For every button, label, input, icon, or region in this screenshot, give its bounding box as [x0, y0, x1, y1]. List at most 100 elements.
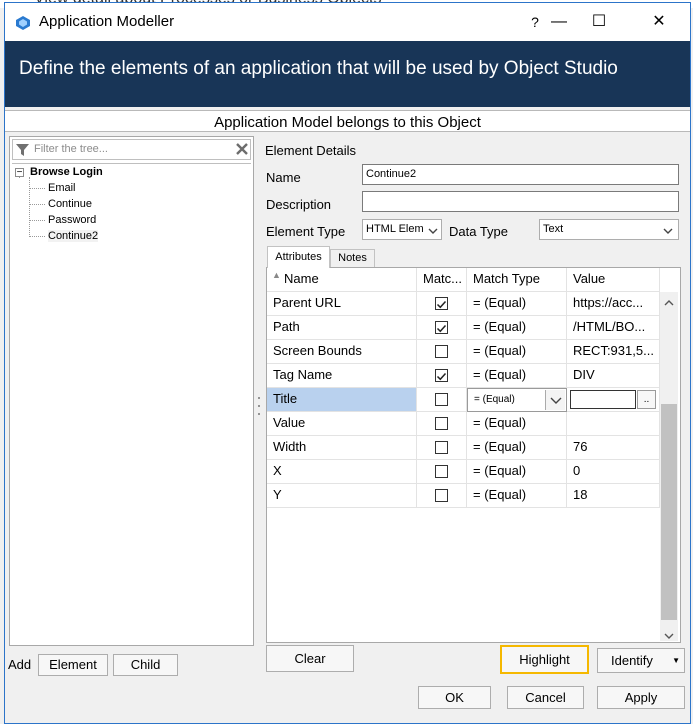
match-checkbox[interactable]: [435, 393, 448, 406]
identify-button[interactable]: Identify ▼: [597, 648, 685, 673]
identify-label: Identify: [611, 653, 653, 668]
attribute-name-cell[interactable]: Screen Bounds: [267, 340, 417, 364]
grid-body: Parent URL = (Equal) https://acc... Path = (…: [267, 292, 660, 640]
column-header-match-type[interactable]: Match Type: [467, 268, 567, 292]
match-checkbox[interactable]: [435, 345, 448, 358]
attribute-value-cell[interactable]: 76: [567, 436, 660, 460]
tree-branch-line: [29, 177, 30, 237]
match-checkbox-cell[interactable]: [417, 460, 467, 484]
apply-button[interactable]: Apply: [597, 686, 685, 709]
match-checkbox-cell[interactable]: [417, 388, 467, 412]
add-element-button[interactable]: Element: [38, 654, 108, 676]
data-type-label: Data Type: [449, 224, 509, 239]
attribute-name-cell[interactable]: X: [267, 460, 417, 484]
ok-button[interactable]: OK: [418, 686, 491, 709]
match-type-cell[interactable]: = (Equal): [467, 340, 567, 364]
match-type-cell[interactable]: = (Equal): [467, 292, 567, 316]
element-type-select[interactable]: HTML Elem: [362, 219, 442, 240]
tree-filter-input[interactable]: Filter the tree...: [12, 139, 251, 160]
window-title: Application Modeller: [39, 13, 175, 30]
minimize-icon: —: [551, 13, 567, 30]
description-input[interactable]: [362, 191, 679, 212]
match-checkbox[interactable]: [435, 297, 448, 310]
tab-notes[interactable]: Notes: [330, 249, 375, 267]
attribute-value-cell[interactable]: https://acc...: [567, 292, 660, 316]
column-header-match[interactable]: Matc...: [417, 268, 467, 292]
tab-attributes[interactable]: Attributes: [267, 246, 330, 268]
minimize-button[interactable]: —: [539, 7, 579, 37]
application-modeller-icon: [15, 15, 31, 31]
attribute-name-cell[interactable]: Width: [267, 436, 417, 460]
match-type-cell[interactable]: = (Equal): [467, 316, 567, 340]
tree-item-continue[interactable]: Continue: [48, 198, 92, 210]
match-type-cell[interactable]: = (Equal): [467, 484, 567, 508]
match-checkbox-cell[interactable]: [417, 340, 467, 364]
attribute-name-cell[interactable]: Y: [267, 484, 417, 508]
attribute-value-cell[interactable]: /HTML/BO...: [567, 316, 660, 340]
title-bar[interactable]: Application Modeller ? — ☐ ✕: [5, 3, 690, 41]
match-checkbox[interactable]: [435, 369, 448, 382]
tree-filter-placeholder: Filter the tree...: [34, 143, 108, 155]
chevron-down-icon: [663, 226, 673, 238]
close-icon: ✕: [652, 13, 666, 30]
clear-button[interactable]: Clear: [266, 645, 354, 672]
match-type-cell[interactable]: = (Equal): [467, 364, 567, 388]
attribute-name-cell[interactable]: Path: [267, 316, 417, 340]
scroll-up-icon[interactable]: [664, 294, 674, 309]
tree-item-password[interactable]: Password: [48, 214, 96, 226]
attribute-name-cell[interactable]: Parent URL: [267, 292, 417, 316]
match-type-cell[interactable]: = (Equal): [467, 460, 567, 484]
match-type-cell[interactable]: = (Equal): [467, 412, 567, 436]
header-text: Define the elements of an application th…: [19, 58, 618, 79]
match-checkbox-cell[interactable]: [417, 412, 467, 436]
tree-item-email[interactable]: Email: [48, 182, 76, 194]
attribute-name-cell[interactable]: Title: [267, 388, 417, 412]
scroll-thumb[interactable]: [661, 404, 677, 620]
data-type-value: Text: [543, 223, 564, 235]
attribute-value-cell[interactable]: 0: [567, 460, 660, 484]
match-checkbox-cell[interactable]: [417, 484, 467, 508]
match-type-cell[interactable]: = (Equal): [467, 436, 567, 460]
tree-collapse-icon[interactable]: −: [15, 168, 24, 178]
match-checkbox-cell[interactable]: [417, 292, 467, 316]
attribute-value-cell[interactable]: RECT:931,5...: [567, 340, 660, 364]
match-checkbox[interactable]: [435, 321, 448, 334]
attribute-name-cell[interactable]: Value: [267, 412, 417, 436]
match-checkbox[interactable]: [435, 441, 448, 454]
attribute-value-cell[interactable]: DIV: [567, 364, 660, 388]
cancel-button[interactable]: Cancel: [507, 686, 584, 709]
browse-value-button[interactable]: ..: [637, 390, 656, 409]
match-checkbox-cell[interactable]: [417, 364, 467, 388]
match-checkbox[interactable]: [435, 417, 448, 430]
data-type-select[interactable]: Text: [539, 219, 679, 240]
tree-item-continue2[interactable]: Continue2: [48, 230, 99, 242]
close-button[interactable]: ✕: [639, 7, 679, 37]
attribute-value-input[interactable]: [570, 390, 636, 409]
attribute-value-cell[interactable]: [567, 412, 660, 436]
grid-vertical-scrollbar[interactable]: [660, 292, 678, 641]
highlight-button[interactable]: Highlight: [500, 645, 589, 674]
clear-filter-icon[interactable]: [235, 142, 249, 159]
match-checkbox[interactable]: [435, 489, 448, 502]
check-icon: [436, 300, 447, 309]
match-checkbox[interactable]: [435, 465, 448, 478]
match-checkbox-cell[interactable]: [417, 436, 467, 460]
maximize-icon: ☐: [591, 13, 607, 30]
application-modeller-window: Application Modeller ? — ☐ ✕ Define the …: [4, 2, 691, 724]
tree-item-browse-login[interactable]: Browse Login: [30, 166, 103, 178]
attribute-value-cell[interactable]: 18: [567, 484, 660, 508]
model-owner-text: Application Model belongs to this Object: [214, 114, 481, 131]
match-checkbox-cell[interactable]: [417, 316, 467, 340]
column-header-name[interactable]: ▲ Name: [267, 268, 417, 292]
name-input[interactable]: Continue2: [362, 164, 679, 185]
element-tree: − Browse Login Email Continue Password C…: [12, 163, 251, 641]
splitter-handle[interactable]: [256, 394, 262, 418]
dropdown-arrow-icon[interactable]: ▼: [672, 649, 680, 672]
add-child-button[interactable]: Child: [113, 654, 178, 676]
attribute-name-cell[interactable]: Tag Name: [267, 364, 417, 388]
maximize-button[interactable]: ☐: [579, 7, 619, 37]
match-type-dropdown-icon[interactable]: [545, 390, 565, 410]
column-header-value[interactable]: Value: [567, 268, 660, 292]
sort-up-icon: ▲: [272, 270, 281, 280]
scroll-down-icon[interactable]: [664, 628, 674, 642]
